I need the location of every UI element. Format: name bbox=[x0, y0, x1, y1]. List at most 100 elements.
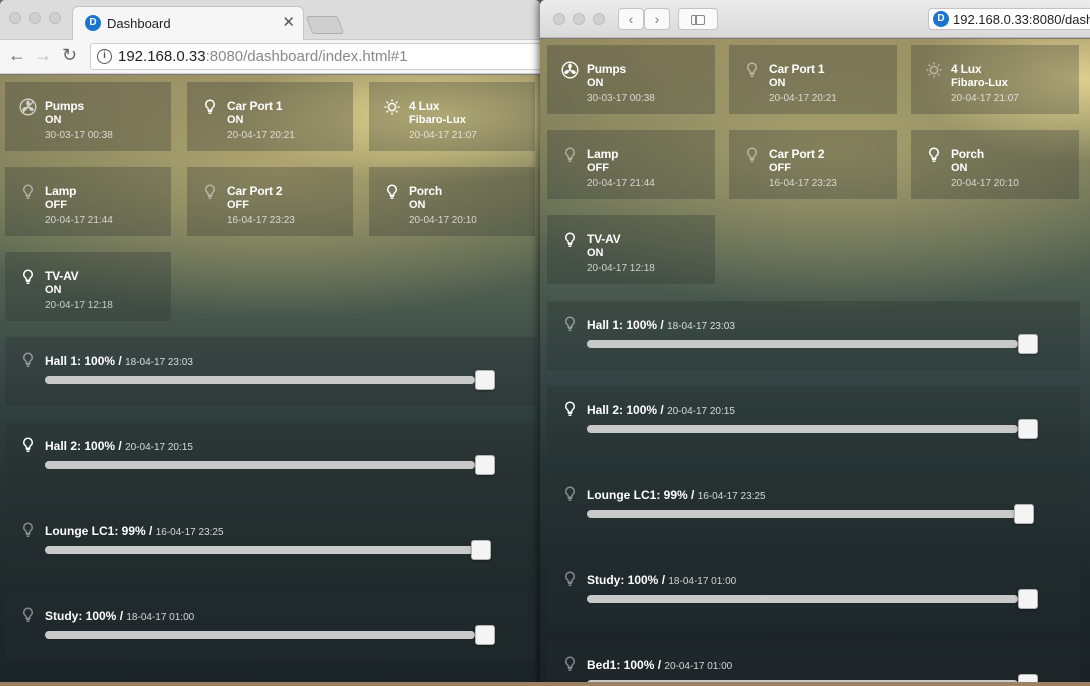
tile-name: Pumps bbox=[45, 99, 85, 113]
bulb-icon bbox=[561, 146, 579, 164]
dimmer-time: 18-04-17 23:03 bbox=[667, 321, 735, 332]
dimmer-slider-track[interactable] bbox=[45, 625, 495, 645]
tile-state: ON bbox=[951, 162, 968, 174]
bulb-icon bbox=[561, 485, 579, 503]
separator: / bbox=[658, 573, 669, 587]
dimmer-slider-track[interactable] bbox=[587, 504, 1034, 524]
bulb-icon bbox=[561, 655, 579, 673]
dimmer-slider-track[interactable] bbox=[587, 334, 1038, 354]
domoticz-favicon-icon: D bbox=[933, 11, 949, 27]
dimmer-slider-track[interactable] bbox=[587, 589, 1038, 609]
fan-icon bbox=[19, 98, 37, 116]
device-tile[interactable]: Lamp OFF 20-04-17 21:44 bbox=[5, 167, 171, 236]
device-tile[interactable]: 4 Lux Fibaro-Lux 20-04-17 21:07 bbox=[369, 82, 535, 151]
reload-icon[interactable]: ↻ bbox=[62, 45, 77, 66]
close-window-button[interactable] bbox=[9, 12, 21, 24]
back-button[interactable]: ‹ bbox=[618, 8, 644, 30]
device-tile[interactable]: Car Port 2 OFF 16-04-17 23:23 bbox=[187, 167, 353, 236]
dimmer-slider-track[interactable] bbox=[45, 370, 495, 390]
browser-window-chrome: D Dashboard ✕ ← → ↻ i 192.168.0.33:8080/… bbox=[0, 0, 540, 686]
dimmer-label: Study: 100% / 18-04-17 01:00 bbox=[587, 573, 736, 587]
dimmer-time: 18-04-17 01:00 bbox=[668, 576, 737, 587]
address-bar[interactable]: i 192.168.0.33:8080/dashboard/index.html… bbox=[90, 43, 540, 70]
dimmer-time: 18-04-17 01:00 bbox=[126, 612, 195, 623]
dimmer-slider-handle[interactable] bbox=[470, 540, 491, 560]
tile-time: 20-04-17 12:18 bbox=[45, 300, 113, 311]
dimmer-slider-handle[interactable] bbox=[475, 455, 495, 475]
bulb-icon bbox=[561, 400, 579, 418]
dimmer-slider-handle[interactable] bbox=[475, 370, 495, 390]
sidebar-icon bbox=[691, 15, 705, 25]
safari-toolbar: ‹ › D 192.168.0.33:8080/dash bbox=[540, 0, 1090, 38]
dimmer-time: 20-04-17 20:15 bbox=[667, 406, 735, 417]
bulb-icon bbox=[19, 436, 37, 454]
tile-name: Car Port 2 bbox=[769, 147, 825, 161]
bulb-icon bbox=[19, 606, 37, 624]
dimmer-slider-track[interactable] bbox=[45, 540, 491, 560]
back-arrow-icon[interactable]: ← bbox=[8, 45, 26, 66]
dimmer-tile: Lounge LC1: 99% / 16-04-17 23:25 bbox=[547, 471, 1080, 540]
dashboard-content: Pumps ON 30-03-17 00:38 Car Port 1 ON 20-04-1… bbox=[0, 75, 540, 686]
device-tile[interactable]: Lamp OFF 20-04-17 21:44 bbox=[547, 130, 715, 199]
device-tile[interactable]: Car Port 1 ON 20-04-17 20:21 bbox=[729, 45, 897, 114]
device-tile[interactable]: Car Port 2 OFF 16-04-17 23:23 bbox=[729, 130, 897, 199]
tile-time: 16-04-17 23:23 bbox=[227, 215, 295, 226]
tile-state: ON bbox=[587, 247, 604, 259]
zoom-window-button[interactable] bbox=[49, 12, 61, 24]
dimmer-slider-handle[interactable] bbox=[1018, 334, 1038, 354]
dimmer-level-text: Hall 2: 100% bbox=[45, 439, 116, 453]
tile-state: OFF bbox=[45, 199, 67, 211]
dimmer-tile: Hall 1: 100% / 18-04-17 23:03 bbox=[5, 337, 536, 406]
info-icon[interactable]: i bbox=[97, 49, 112, 64]
sidebar-toggle-button[interactable] bbox=[678, 8, 718, 30]
new-tab-button[interactable] bbox=[305, 16, 345, 34]
device-tile[interactable]: Porch ON 20-04-17 20:10 bbox=[911, 130, 1079, 199]
dimmer-slider-handle[interactable] bbox=[1018, 419, 1038, 439]
separator: / bbox=[115, 439, 126, 453]
zoom-window-button[interactable] bbox=[593, 13, 605, 25]
bulb-icon bbox=[19, 268, 37, 286]
dimmer-label: Hall 2: 100% / 20-04-17 20:15 bbox=[587, 403, 735, 417]
window-controls bbox=[553, 13, 605, 25]
dimmer-slider-track[interactable] bbox=[45, 455, 495, 475]
dimmer-tile: Lounge LC1: 99% / 16-04-17 23:25 bbox=[5, 507, 536, 576]
tile-state: ON bbox=[409, 199, 426, 211]
dimmer-label: Lounge LC1: 99% / 16-04-17 23:25 bbox=[45, 524, 224, 538]
device-tile[interactable]: Pumps ON 30-03-17 00:38 bbox=[547, 45, 715, 114]
bulb-icon bbox=[19, 521, 37, 539]
tab-dashboard[interactable]: D Dashboard ✕ bbox=[72, 6, 304, 40]
dimmer-slider-handle[interactable] bbox=[1018, 589, 1038, 609]
device-tile[interactable]: 4 Lux Fibaro-Lux 20-04-17 21:07 bbox=[911, 45, 1079, 114]
tile-name: Car Port 1 bbox=[769, 62, 825, 76]
close-window-button[interactable] bbox=[553, 13, 565, 25]
dimmer-slider-track[interactable] bbox=[587, 419, 1038, 439]
tile-time: 20-04-17 20:10 bbox=[951, 178, 1019, 189]
device-tile[interactable]: Porch ON 20-04-17 20:10 bbox=[369, 167, 535, 236]
dimmer-label: Bed1: 100% / 20-04-17 01:00 bbox=[587, 658, 732, 672]
dimmer-time: 18-04-17 23:03 bbox=[125, 357, 193, 368]
tile-name: 4 Lux bbox=[951, 62, 982, 76]
device-tile[interactable]: Pumps ON 30-03-17 00:38 bbox=[5, 82, 171, 151]
forward-arrow-icon[interactable]: → bbox=[34, 45, 52, 66]
separator: / bbox=[657, 318, 668, 332]
tile-state: ON bbox=[45, 114, 62, 126]
dimmer-slider-handle[interactable] bbox=[1013, 504, 1034, 524]
device-tile[interactable]: TV-AV ON 20-04-17 12:18 bbox=[547, 215, 715, 284]
close-tab-icon[interactable]: ✕ bbox=[282, 13, 295, 31]
minimize-window-button[interactable] bbox=[573, 13, 585, 25]
tile-state: OFF bbox=[769, 162, 791, 174]
device-tile[interactable]: TV-AV ON 20-04-17 12:18 bbox=[5, 252, 171, 321]
address-bar[interactable]: D 192.168.0.33:8080/dash bbox=[928, 8, 1090, 30]
tile-name: TV-AV bbox=[45, 269, 79, 283]
tile-state: ON bbox=[587, 77, 604, 89]
sun-icon bbox=[383, 98, 401, 116]
forward-button[interactable]: › bbox=[644, 8, 670, 30]
minimize-window-button[interactable] bbox=[29, 12, 41, 24]
device-tile[interactable]: Car Port 1 ON 20-04-17 20:21 bbox=[187, 82, 353, 151]
dimmer-tile: Study: 100% / 18-04-17 01:00 bbox=[5, 592, 536, 661]
tile-state: Fibaro-Lux bbox=[409, 114, 466, 126]
dimmer-slider-handle[interactable] bbox=[475, 625, 495, 645]
bulb-icon bbox=[19, 183, 37, 201]
separator: / bbox=[116, 609, 127, 623]
tile-name: Pumps bbox=[587, 62, 627, 76]
